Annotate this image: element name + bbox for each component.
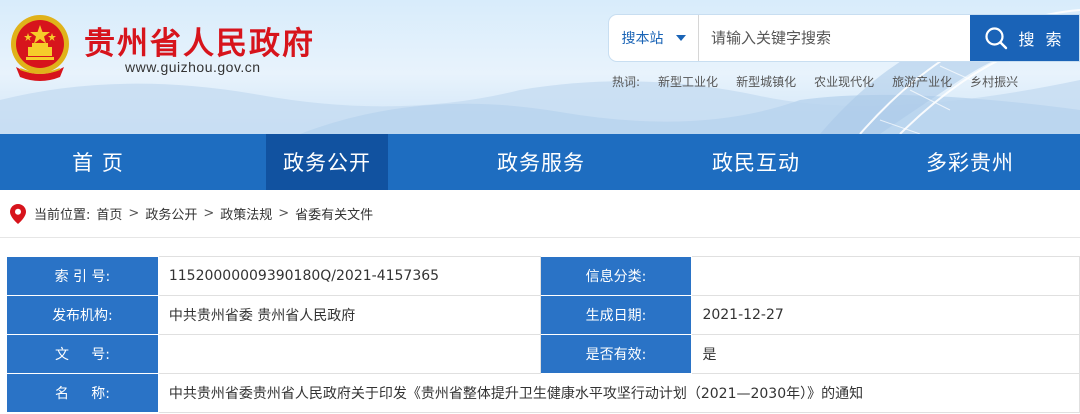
- hotwords-label: 热词:: [612, 75, 641, 89]
- national-emblem-icon: [11, 15, 69, 81]
- table-row: 文 号: 是否有效: 是: [6, 334, 1080, 374]
- category-label: 信息分类:: [539, 256, 693, 296]
- location-pin-icon: [10, 203, 26, 224]
- nav-item-colorful-guizhou[interactable]: 多彩贵州: [885, 134, 1055, 190]
- hotword-link[interactable]: 旅游产业化: [892, 73, 952, 90]
- hotwords-bar: 热词: 新型工业化 新型城镇化 农业现代化 旅游产业化 乡村振兴: [612, 73, 1018, 90]
- table-row: 发布机构: 中共贵州省委 贵州省人民政府 生成日期: 2021-12-27: [6, 295, 1080, 335]
- hotword-link[interactable]: 乡村振兴: [970, 73, 1018, 90]
- hotword-link[interactable]: 新型城镇化: [736, 73, 796, 90]
- breadcrumb: 当前位置: 首页 > 政务公开 > 政策法规 > 省委有关文件: [0, 190, 1080, 238]
- search-scope-label: 搜本站: [621, 31, 664, 47]
- creation-date-value: 2021-12-27: [691, 295, 1080, 335]
- document-number-label: 文 号:: [6, 334, 159, 374]
- nav-item-interaction[interactable]: 政民互动: [671, 134, 841, 190]
- site-title: 贵州省人民政府: [84, 26, 315, 62]
- search-icon: [985, 27, 1008, 50]
- hotword-link[interactable]: 新型工业化: [658, 73, 718, 90]
- nav-item-gov-affairs-open[interactable]: 政务公开: [266, 134, 388, 190]
- publisher-label: 发布机构:: [6, 295, 159, 335]
- nav-item-gov-services[interactable]: 政务服务: [456, 134, 626, 190]
- site-url[interactable]: www.guizhou.gov.cn: [125, 59, 261, 75]
- document-number-value: [157, 334, 541, 374]
- breadcrumb-item-provincial-docs[interactable]: 省委有关文件: [295, 204, 373, 223]
- validity-label: 是否有效:: [539, 334, 693, 374]
- table-row: 索 引 号: 11520000009390180Q/2021-4157365 信…: [6, 256, 1080, 296]
- document-info-table: 索 引 号: 11520000009390180Q/2021-4157365 信…: [6, 256, 1080, 413]
- search-box: 搜本站 搜 索: [609, 15, 1079, 61]
- breadcrumb-item-policies[interactable]: 政策法规: [220, 204, 272, 223]
- breadcrumb-item-home[interactable]: 首页: [96, 204, 122, 223]
- hotword-link[interactable]: 农业现代化: [814, 73, 874, 90]
- document-name-label: 名 称:: [6, 373, 159, 413]
- table-row: 名 称: 中共贵州省委贵州省人民政府关于印发《贵州省整体提升卫生健康水平攻坚行动…: [6, 373, 1080, 413]
- index-number-label: 索 引 号:: [6, 256, 159, 296]
- search-input[interactable]: [699, 15, 970, 61]
- document-name-value: 中共贵州省委贵州省人民政府关于印发《贵州省整体提升卫生健康水平攻坚行动计划（20…: [157, 373, 1080, 413]
- search-scope-dropdown[interactable]: 搜本站: [609, 15, 699, 61]
- search-button-label: 搜 索: [1018, 30, 1065, 49]
- breadcrumb-item-gov-affairs[interactable]: 政务公开: [145, 204, 197, 223]
- breadcrumb-separator: >: [278, 206, 290, 221]
- site-header: 贵州省人民政府 www.guizhou.gov.cn 搜本站 搜 索 热词: 新…: [0, 0, 1080, 134]
- caret-down-icon: [675, 35, 686, 41]
- main-nav: 首 页 政务公开 政务服务 政民互动 多彩贵州: [0, 134, 1080, 190]
- validity-value: 是: [691, 334, 1080, 374]
- publisher-value: 中共贵州省委 贵州省人民政府: [157, 295, 541, 335]
- index-number-value: 11520000009390180Q/2021-4157365: [157, 256, 541, 296]
- category-value: [691, 256, 1080, 296]
- breadcrumb-prefix: 当前位置:: [34, 208, 91, 223]
- breadcrumb-separator: >: [203, 206, 215, 221]
- breadcrumb-separator: >: [128, 206, 140, 221]
- nav-item-home[interactable]: 首 页: [0, 134, 196, 190]
- creation-date-label: 生成日期:: [539, 295, 693, 335]
- search-button[interactable]: 搜 索: [970, 15, 1079, 61]
